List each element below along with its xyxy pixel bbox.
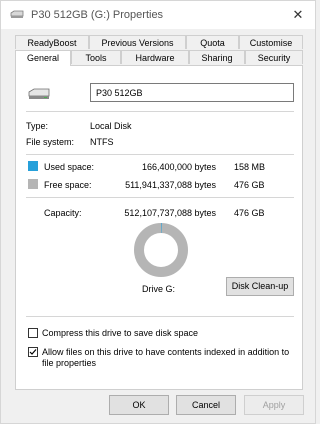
file-system-label: File system: [26,137,75,147]
file-system-value: NTFS [90,137,114,147]
close-icon: ✕ [292,7,304,22]
used-space-swatch [28,161,38,171]
capacity-bytes: 512,107,737,088 bytes [124,208,216,218]
window-title: P30 512GB (G:) Properties [31,9,164,21]
divider [26,111,294,112]
ok-button[interactable]: OK [109,395,169,415]
checkmark-icon [29,349,37,355]
cancel-button[interactable]: Cancel [176,395,236,415]
capacity-size: 476 GB [234,208,265,218]
tab-general[interactable]: General [15,50,71,66]
divider [26,316,294,317]
drive-large-icon [28,88,50,99]
divider [26,197,294,198]
index-label: Allow files on this drive to have conten… [42,347,290,368]
tab-security[interactable]: Security [245,50,303,64]
tab-sharing[interactable]: Sharing [189,50,245,64]
index-checkbox[interactable] [28,347,38,357]
apply-button: Apply [244,395,304,415]
tab-readyboost[interactable]: ReadyBoost [15,35,89,49]
tab-quota[interactable]: Quota [186,35,239,49]
disk-usage-chart [134,223,188,277]
free-space-size: 476 GB [234,180,265,190]
compress-label: Compress this drive to save disk space [42,328,199,338]
disk-cleanup-button[interactable]: Disk Clean-up [226,277,294,296]
drive-name-input[interactable] [90,83,294,102]
tab-hardware[interactable]: Hardware [121,50,189,64]
tab-customise[interactable]: Customise [239,35,303,49]
type-label: Type: [26,121,49,131]
free-space-bytes: 511,941,337,088 bytes [125,180,216,190]
free-space-swatch [28,179,38,189]
divider [26,154,294,155]
used-space-label: Used space: [44,162,95,172]
free-space-label: Free space: [44,180,92,190]
tab-tools[interactable]: Tools [71,50,121,64]
drive-letter-label: Drive G: [142,284,176,294]
drive-icon [10,10,24,18]
used-space-size: 158 MB [234,162,266,172]
type-value: Local Disk [90,121,132,131]
title-bar[interactable]: P30 512GB (G:) Properties ✕ [1,1,315,29]
used-space-bytes: 166,400,000 bytes [141,162,216,172]
properties-window: P30 512GB (G:) Properties ✕ ReadyBoost P… [0,0,316,424]
close-button[interactable]: ✕ [287,5,309,25]
tab-previous-versions[interactable]: Previous Versions [89,35,186,49]
free-space-ring [134,223,188,277]
compress-checkbox[interactable] [28,328,38,338]
general-panel: Type: Local Disk File system: NTFS Used … [15,65,303,390]
capacity-label: Capacity: [44,208,82,218]
